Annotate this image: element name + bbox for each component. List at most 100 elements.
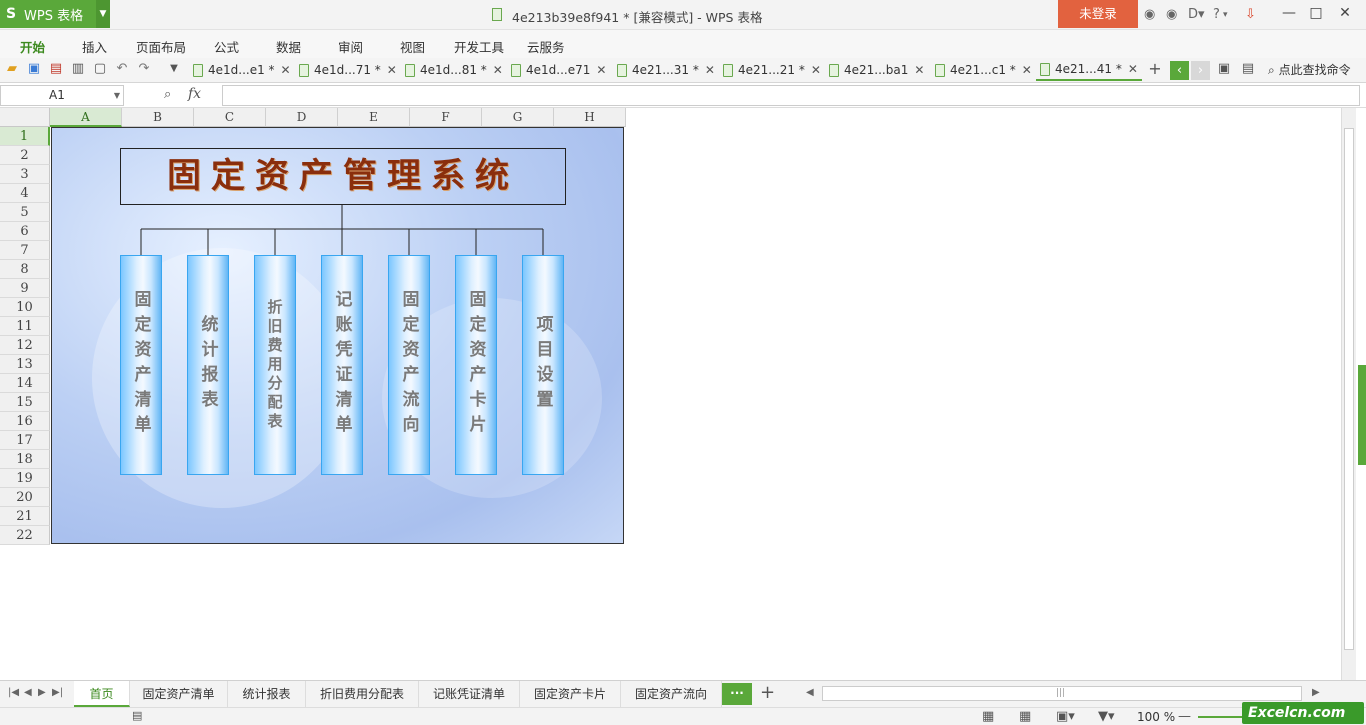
select-all-corner[interactable] [0,108,50,127]
scroll-right-icon[interactable]: ▶ [1312,687,1320,698]
module-asset-card-button[interactable]: 固定资产卡片 [455,255,497,475]
row-header[interactable]: 16 [0,412,50,431]
chevron-down-icon[interactable]: ▼ [114,86,120,105]
scroll-thumb[interactable] [1344,128,1354,650]
add-sheet-icon[interactable]: + [760,682,775,703]
prev-sheet-icon[interactable]: ◀ [24,687,32,698]
module-asset-flow-button[interactable]: 固定资产流向 [388,255,430,475]
sheet-tab-asset-flow[interactable]: 固定资产流向 [621,681,722,707]
formula-input[interactable] [222,85,1360,106]
function-icon[interactable]: fx [188,86,201,102]
menu-data[interactable]: 数据 [276,37,301,56]
feedback-icon[interactable]: ◉ [1166,7,1177,22]
horizontal-scrollbar[interactable]: ||| [822,686,1302,701]
tab-scroll-right-icon[interactable]: › [1191,61,1210,80]
tab-menu-icon[interactable]: ▤ [1240,61,1256,77]
sheet-tab-statistics[interactable]: 统计报表 [228,681,306,707]
row-header[interactable]: 10 [0,298,50,317]
menu-insert[interactable]: 插入 [82,37,107,56]
more-sheets-button[interactable]: ··· [722,683,752,705]
menu-home[interactable]: 开始 [20,37,45,56]
doc-tab-5[interactable]: 4e21...31 * ✕ [617,59,715,81]
column-header-c[interactable]: C [194,108,266,127]
column-header-h[interactable]: H [554,108,626,127]
sheet-tab-home[interactable]: 首页 [74,681,130,707]
zoom-slider[interactable] [1198,716,1248,718]
row-header[interactable]: 22 [0,526,50,545]
row-header[interactable]: 17 [0,431,50,450]
tab-scroll-left-icon[interactable]: ‹ [1170,61,1189,80]
help-icon[interactable]: ? [1213,7,1220,22]
doc-tab-3[interactable]: 4e1d...81 * ✕ [405,59,503,81]
doc-tab-7[interactable]: 4e21...ba1 ✕ [829,59,924,81]
page-break-view-icon[interactable]: ▦ [1019,709,1031,724]
column-header-g[interactable]: G [482,108,554,127]
undo-icon[interactable]: ↶ [114,61,130,77]
first-sheet-icon[interactable]: |◀ [8,687,19,698]
close-icon[interactable]: ✕ [493,63,503,77]
column-header-a[interactable]: A [50,108,122,127]
close-icon[interactable]: ✕ [914,63,924,77]
row-header[interactable]: 15 [0,393,50,412]
row-header[interactable]: 3 [0,165,50,184]
name-box[interactable]: A1 ▼ [0,85,124,106]
row-header[interactable]: 2 [0,146,50,165]
normal-view-icon[interactable]: ▦ [982,709,994,724]
row-header[interactable]: 19 [0,469,50,488]
doc-tab-9[interactable]: 4e21...41 * ✕ [1036,59,1142,81]
row-header[interactable]: 14 [0,374,50,393]
zoom-out-icon[interactable]: — [1178,709,1191,724]
sheet-tab-asset-card[interactable]: 固定资产卡片 [520,681,621,707]
help-dropdown-icon[interactable]: ▾ [1223,10,1228,20]
menu-cloud[interactable]: 云服务 [527,37,565,56]
column-header-b[interactable]: B [122,108,194,127]
row-header[interactable]: 13 [0,355,50,374]
row-header[interactable]: 18 [0,450,50,469]
customize-dropdown-icon[interactable]: ▼ [166,61,182,77]
download-icon[interactable]: ⇩ [1245,7,1256,22]
zoom-level[interactable]: 100 % [1137,710,1175,724]
menu-formula[interactable]: 公式 [214,37,239,56]
scroll-left-icon[interactable]: ◀ [806,687,814,698]
column-header-d[interactable]: D [266,108,338,127]
minimize-button[interactable]: — [1276,5,1302,25]
save-icon[interactable]: ▣ [26,61,42,77]
new-tab-icon[interactable]: + [1147,61,1163,77]
close-button[interactable]: ✕ [1332,5,1358,25]
close-icon[interactable]: ✕ [1128,62,1138,76]
zoom-icon[interactable]: ⌕ [164,87,171,102]
menu-review[interactable]: 审阅 [338,37,363,56]
page-layout-view-icon[interactable]: ▣▾ [1056,709,1075,724]
login-button[interactable]: 未登录 [1058,0,1138,28]
print-icon[interactable]: ▥ [70,61,86,77]
row-header[interactable]: 20 [0,488,50,507]
scroll-grip-icon[interactable]: ||| [1056,688,1065,698]
sheet-tab-vouchers[interactable]: 记账凭证清单 [419,681,520,707]
reading-mode-icon[interactable]: ▼▾ [1098,709,1115,724]
row-header[interactable]: 6 [0,222,50,241]
export-pdf-icon[interactable]: ▤ [48,61,64,77]
close-icon[interactable]: ✕ [387,63,397,77]
close-icon[interactable]: ✕ [1022,63,1032,77]
row-header[interactable]: 8 [0,260,50,279]
row-header[interactable]: 7 [0,241,50,260]
last-sheet-icon[interactable]: ▶| [52,687,63,698]
close-icon[interactable]: ✕ [811,63,821,77]
row-header[interactable]: 5 [0,203,50,222]
module-statistics-report-button[interactable]: 统计报表 [187,255,229,475]
row-header[interactable]: 4 [0,184,50,203]
module-voucher-list-button[interactable]: 记账凭证清单 [321,255,363,475]
vertical-scrollbar[interactable] [1341,108,1356,680]
chevron-down-icon[interactable]: ▼ [96,0,110,28]
menu-view[interactable]: 视图 [400,37,425,56]
row-header[interactable]: 11 [0,317,50,336]
maximize-button[interactable]: □ [1303,5,1329,25]
sheet-tab-depreciation[interactable]: 折旧费用分配表 [306,681,419,707]
close-icon[interactable]: ✕ [596,63,606,77]
row-header[interactable]: 9 [0,279,50,298]
menu-developer[interactable]: 开发工具 [454,37,504,56]
doc-tab-6[interactable]: 4e21...21 * ✕ [723,59,821,81]
tab-list-icon[interactable]: ▣ [1216,61,1232,77]
macro-record-icon[interactable]: ▤ [132,709,142,722]
module-project-settings-button[interactable]: 项目设置 [522,255,564,475]
